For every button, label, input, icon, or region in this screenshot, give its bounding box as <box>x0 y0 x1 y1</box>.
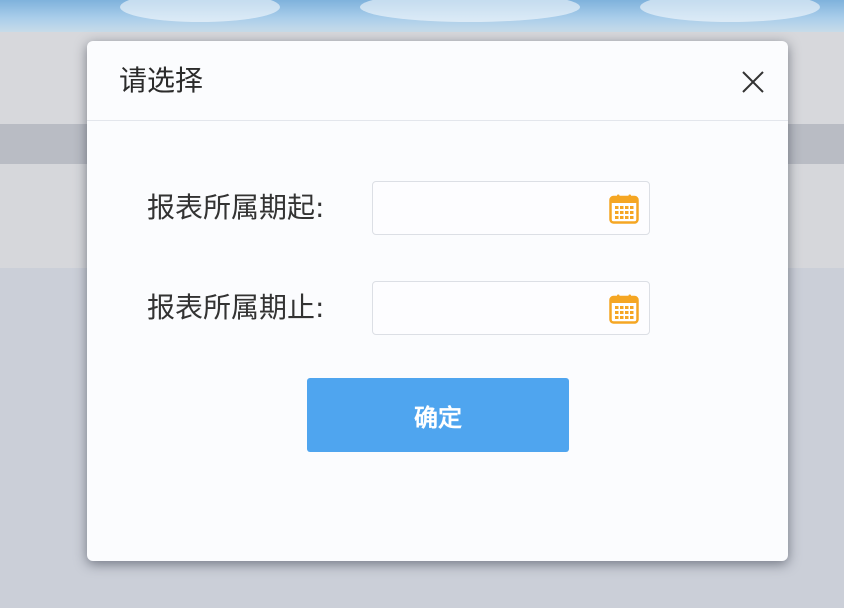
period-start-calendar-button[interactable] <box>609 194 639 224</box>
dialog-title: 请选择 <box>119 64 204 97</box>
period-end-label: 报表所属期止: <box>147 291 325 324</box>
calendar-icon <box>609 294 639 324</box>
close-icon <box>742 71 764 93</box>
period-start-field[interactable] <box>372 181 650 236</box>
period-start-row: 报表所属期起: <box>87 181 788 237</box>
period-start-input[interactable] <box>385 182 589 236</box>
background-banner <box>0 0 844 32</box>
close-button[interactable] <box>738 67 768 97</box>
banner-cloud <box>120 0 280 22</box>
banner-cloud <box>360 0 580 22</box>
banner-cloud <box>640 0 820 22</box>
period-start-label: 报表所属期起: <box>147 191 325 224</box>
period-end-field[interactable] <box>372 281 650 336</box>
confirm-button[interactable]: 确定 <box>307 378 569 452</box>
select-period-dialog: 请选择 报表所属期起: 报表所属期止: 确定 <box>87 41 788 561</box>
period-end-input[interactable] <box>385 282 589 336</box>
period-end-row: 报表所属期止: <box>87 281 788 337</box>
dialog-header: 请选择 <box>87 41 788 121</box>
calendar-icon <box>609 194 639 224</box>
period-end-calendar-button[interactable] <box>609 294 639 324</box>
